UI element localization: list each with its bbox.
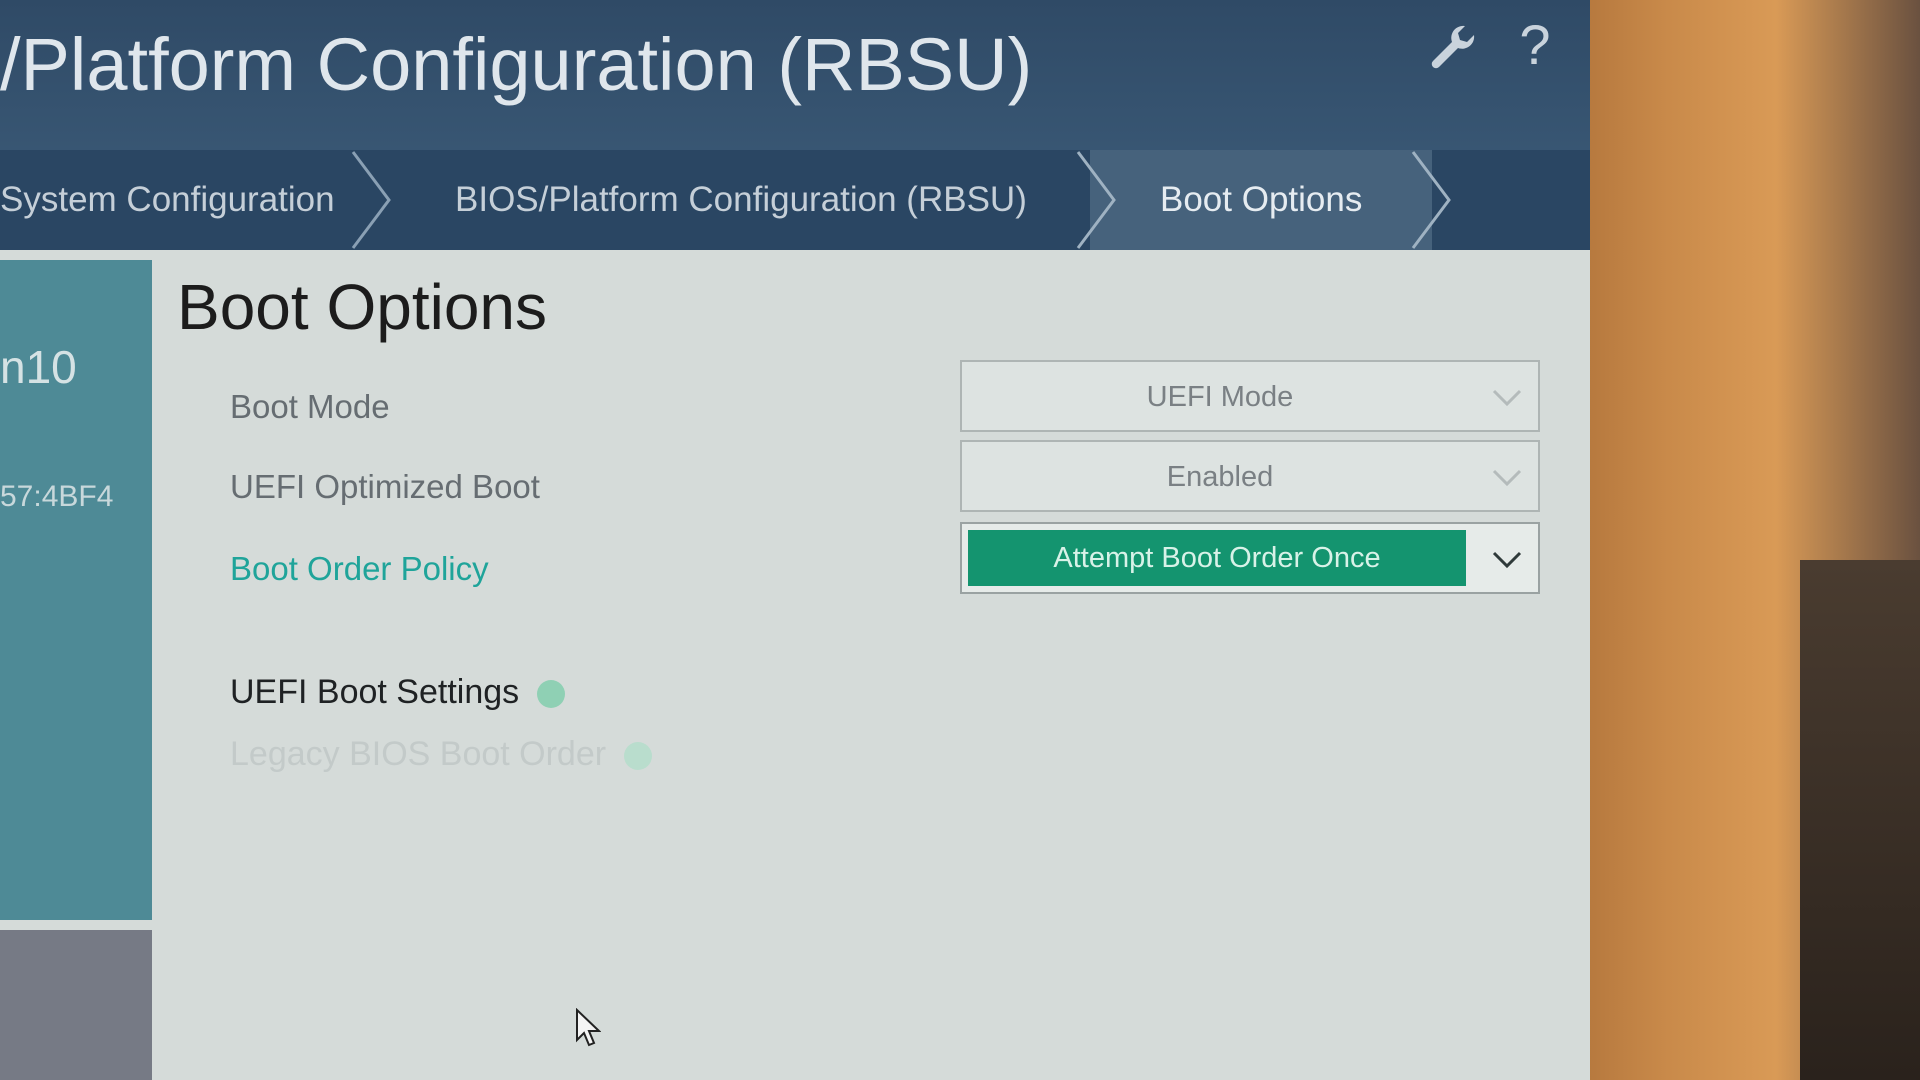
uefi-boot-settings-link[interactable]: UEFI Boot Settings xyxy=(230,673,566,712)
boot-order-policy-value: Attempt Boot Order Once xyxy=(968,530,1466,586)
boot-mode-label: Boot Mode xyxy=(230,388,390,425)
uefi-boot-settings-label: UEFI Boot Settings xyxy=(230,673,520,711)
uefi-optimized-boot-label: UEFI Optimized Boot xyxy=(230,468,540,505)
page-title: Boot Options xyxy=(177,271,547,343)
sidebar-lower-panel xyxy=(0,930,152,1080)
server-id-fragment: 57:4BF4 xyxy=(0,480,114,513)
background-shadow xyxy=(1800,560,1920,1080)
boot-mode-select[interactable]: UEFI Mode xyxy=(960,360,1540,432)
breadcrumb-bios-platform-configuration[interactable]: BIOS/Platform Configuration (RBSU) xyxy=(455,150,1027,250)
breadcrumb-separator-icon xyxy=(1411,151,1451,249)
boot-mode-value: UEFI Mode xyxy=(1146,381,1294,413)
legacy-bios-boot-order-link[interactable]: Legacy BIOS Boot Order xyxy=(230,735,653,774)
breadcrumb-separator-icon xyxy=(351,151,391,249)
chevron-down-icon xyxy=(1492,551,1522,569)
breadcrumb: System Configuration BIOS/Platform Confi… xyxy=(0,150,1590,250)
wrench-icon[interactable] xyxy=(1425,20,1481,76)
arrow-circle-icon xyxy=(624,742,653,771)
server-name: n10 xyxy=(0,341,77,393)
title-bar: /Platform Configuration (RBSU) ? xyxy=(0,0,1590,150)
boot-order-policy-label: Boot Order Policy xyxy=(230,550,489,587)
uefi-optimized-boot-value: Enabled xyxy=(1166,461,1274,493)
breadcrumb-separator-icon xyxy=(1076,151,1116,249)
uefi-optimized-boot-select[interactable]: Enabled xyxy=(960,440,1540,512)
chevron-down-icon xyxy=(1492,389,1522,407)
breadcrumb-system-configuration[interactable]: System Configuration xyxy=(0,150,335,250)
breadcrumb-boot-options[interactable]: Boot Options xyxy=(1090,150,1433,250)
chevron-down-icon xyxy=(1492,469,1522,487)
legacy-bios-boot-order-label: Legacy BIOS Boot Order xyxy=(230,735,607,773)
rbsu-screen: /Platform Configuration (RBSU) ? System … xyxy=(0,0,1590,1080)
boot-order-policy-select[interactable]: Attempt Boot Order Once xyxy=(960,522,1540,594)
arrow-circle-icon xyxy=(537,680,566,709)
mouse-pointer-icon xyxy=(576,1008,601,1047)
question-mark-icon[interactable]: ? xyxy=(1510,12,1560,76)
app-title: /Platform Configuration (RBSU) xyxy=(0,23,1033,106)
main-content: Boot Options Boot Mode UEFI Mode UEFI Op… xyxy=(175,260,1575,1080)
